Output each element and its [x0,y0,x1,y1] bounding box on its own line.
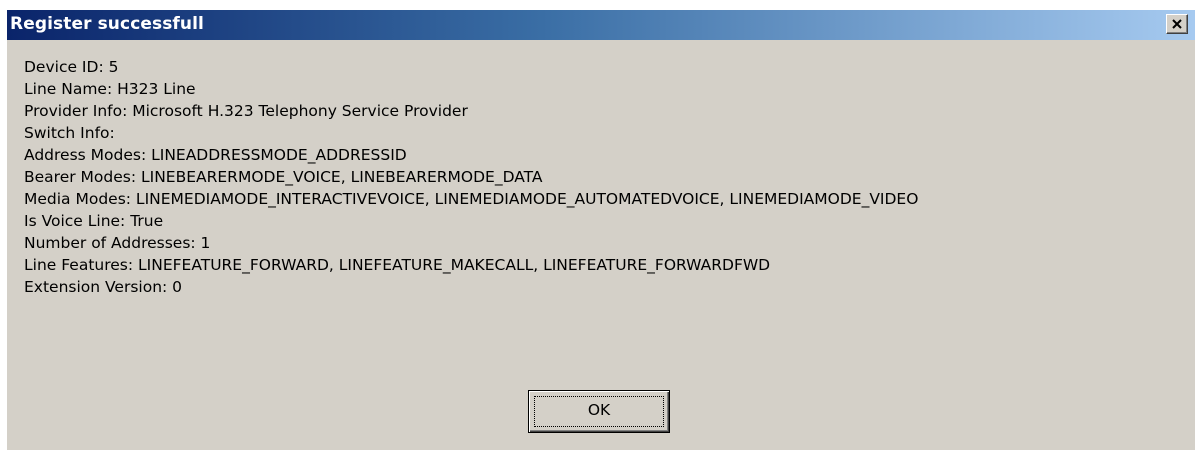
info-line-extension-version: Extension Version: 0 [24,278,183,296]
info-line-switch-info: Switch Info: [24,124,115,142]
dialog-title: Register successfull [10,14,204,34]
info-line-address-modes: Address Modes: LINEADDRESSMODE_ADDRESSID [24,146,407,164]
message-dialog: Register successfull Device ID: 5 Line N… [7,10,1195,450]
close-icon [1172,19,1182,29]
ok-button-label: OK [587,401,611,419]
ok-button[interactable]: OK [528,390,670,433]
info-line-line-name: Line Name: H323 Line [24,80,196,98]
info-line-media-modes: Media Modes: LINEMEDIAMODE_INTERACTIVEVO… [24,190,919,208]
info-line-is-voice-line: Is Voice Line: True [24,212,164,230]
message-body: Device ID: 5 Line Name: H323 Line Provid… [24,56,918,298]
info-line-provider-info: Provider Info: Microsoft H.323 Telephony… [24,102,468,120]
info-line-line-features: Line Features: LINEFEATURE_FORWARD, LINE… [24,256,771,274]
title-bar[interactable]: Register successfull [7,10,1195,40]
close-button[interactable] [1166,14,1188,34]
info-line-bearer-modes: Bearer Modes: LINEBEARERMODE_VOICE, LINE… [24,168,543,186]
info-line-number-of-addresses: Number of Addresses: 1 [24,234,211,252]
info-line-device-id: Device ID: 5 [24,58,119,76]
